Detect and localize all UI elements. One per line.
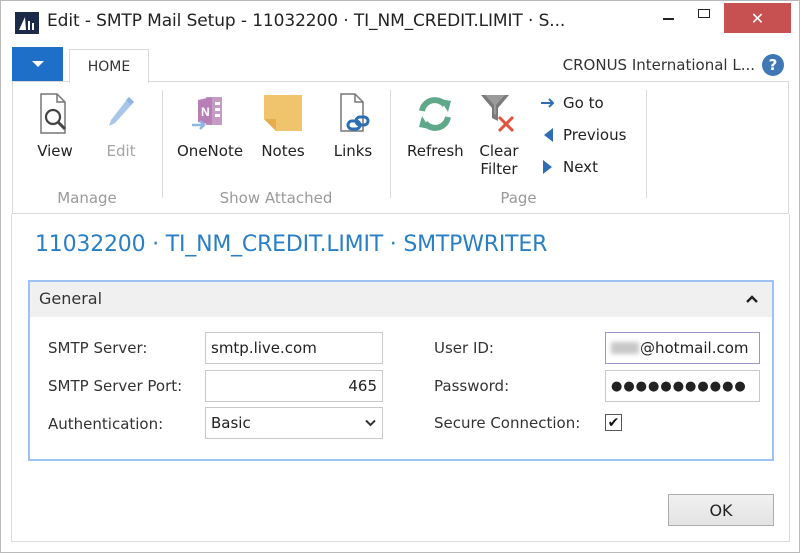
clear-filter-icon [477,90,521,138]
ok-button[interactable]: OK [668,494,774,526]
authentication-label: Authentication: [48,415,164,433]
chevron-down-icon [365,417,376,430]
group-label-show-attached: Show Attached [219,189,333,207]
maximize-icon [698,8,710,18]
links-label: Links [333,142,373,160]
ribbon-group-page: Refresh Clear Filter Go to Previous Next… [391,82,646,213]
clear-filter-label-line2: Filter [480,160,518,178]
smtp-server-port-input[interactable]: 465 [205,370,383,402]
authentication-value: Basic [211,414,251,432]
ribbon-tab-bar: HOME CRONUS International L... ? [12,47,790,83]
maximize-button[interactable] [687,1,721,31]
ribbon-separator [646,90,647,198]
password-input[interactable]: ●●●●●●●●●●● [605,370,760,402]
smtp-server-input[interactable]: smtp.live.com [205,332,383,364]
smtp-server-label: SMTP Server: [48,339,148,357]
dynamics-nav-logo-icon [15,12,39,34]
svg-text:N: N [201,105,210,119]
general-fasttab-title: General [39,289,103,308]
password-value: ●●●●●●●●●●● [611,378,747,394]
close-button[interactable]: ✕ [724,3,791,33]
minimize-button[interactable] [651,1,685,31]
clear-filter-label-line1: Clear [479,142,519,160]
triangle-left-icon [539,127,557,143]
ribbon-group-show-attached: N OneNote Notes Links Show Attached [163,82,389,213]
ribbon-group-manage: View Edit Manage [13,82,161,213]
triangle-right-icon [539,159,557,175]
group-label-manage: Manage [57,189,117,207]
pencil-icon [99,90,143,138]
group-label-page: Page [500,189,537,207]
notes-label: Notes [261,142,305,160]
view-document-icon [33,90,77,138]
refresh-button[interactable]: Refresh [407,90,464,160]
next-button[interactable]: Next [539,156,598,178]
document-link-icon [331,90,375,138]
onenote-label: OneNote [177,142,244,160]
app-menu-button[interactable] [12,47,63,81]
chevron-down-icon [31,61,44,67]
password-label: Password: [434,377,510,395]
previous-label: Previous [563,126,627,144]
close-icon: ✕ [750,8,765,28]
collapse-icon[interactable] [746,292,758,306]
tab-home[interactable]: HOME [69,49,149,83]
edit-button[interactable]: Edit [99,90,143,160]
refresh-icon [413,90,457,138]
go-to-label: Go to [563,94,604,112]
refresh-label: Refresh [407,142,464,160]
general-fasttab-header[interactable]: General [30,282,772,317]
next-label: Next [563,158,598,176]
clear-filter-label: Clear Filter [479,142,518,178]
authentication-select[interactable]: Basic [205,407,383,439]
title-bar: Edit - SMTP Mail Setup - 11032200 · TI_N… [1,1,799,45]
arrow-right-icon [539,97,557,109]
redacted-text [611,342,639,354]
page-title: 11032200 · TI_NM_CREDIT.LIMIT · SMTPWRIT… [35,232,548,257]
secure-connection-label: Secure Connection: [434,414,581,432]
smtp-mail-setup-window: Edit - SMTP Mail Setup - 11032200 · TI_N… [0,0,800,553]
edit-label: Edit [106,142,136,160]
notes-button[interactable]: Notes [261,90,305,160]
secure-connection-checkbox[interactable]: ✔ [605,414,622,431]
onenote-icon: N [188,90,232,138]
ribbon: View Edit Manage N OneNote Notes Links S… [12,81,789,214]
window-title: Edit - SMTP Mail Setup - 11032200 · TI_N… [47,11,566,31]
previous-button[interactable]: Previous [539,124,626,146]
go-to-button[interactable]: Go to [539,92,604,114]
sticky-note-icon [261,90,305,138]
user-id-input[interactable]: @hotmail.com [605,332,760,364]
minimize-icon [662,18,674,20]
clear-filter-button[interactable]: Clear Filter [477,90,521,178]
user-id-value: @hotmail.com [640,339,749,357]
view-label: View [37,142,73,160]
onenote-button[interactable]: N OneNote [177,90,243,160]
checkmark-icon: ✔ [607,414,620,431]
links-button[interactable]: Links [331,90,375,160]
help-icon[interactable]: ? [762,54,784,76]
user-id-label: User ID: [434,339,494,357]
smtp-server-port-label: SMTP Server Port: [48,377,183,395]
view-button[interactable]: View [33,90,77,160]
company-name[interactable]: CRONUS International L... [563,56,755,74]
